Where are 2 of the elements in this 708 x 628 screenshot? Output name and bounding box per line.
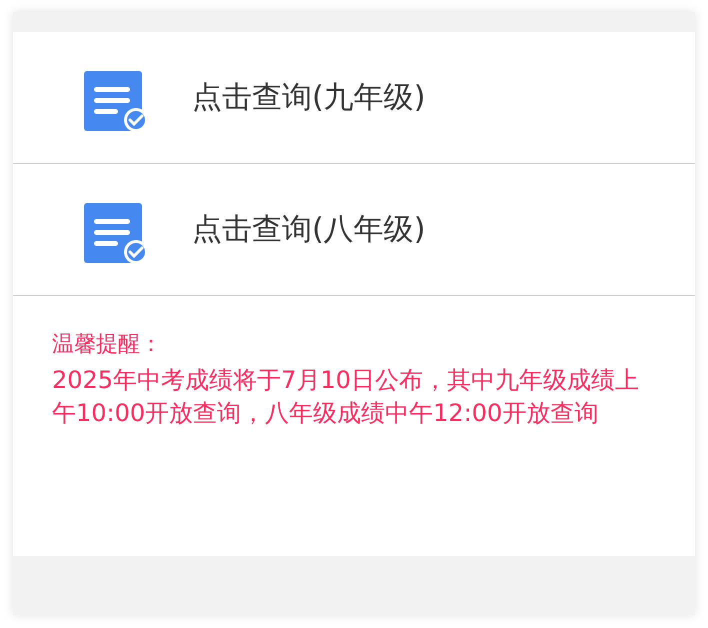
notice-text: 2025年中考成绩将于7月10日公布，其中九年级成绩上午10:00开放查询，八年级成绩中午12:00开放查询 xyxy=(52,365,640,429)
notice-title: 温馨提醒： xyxy=(52,331,162,359)
